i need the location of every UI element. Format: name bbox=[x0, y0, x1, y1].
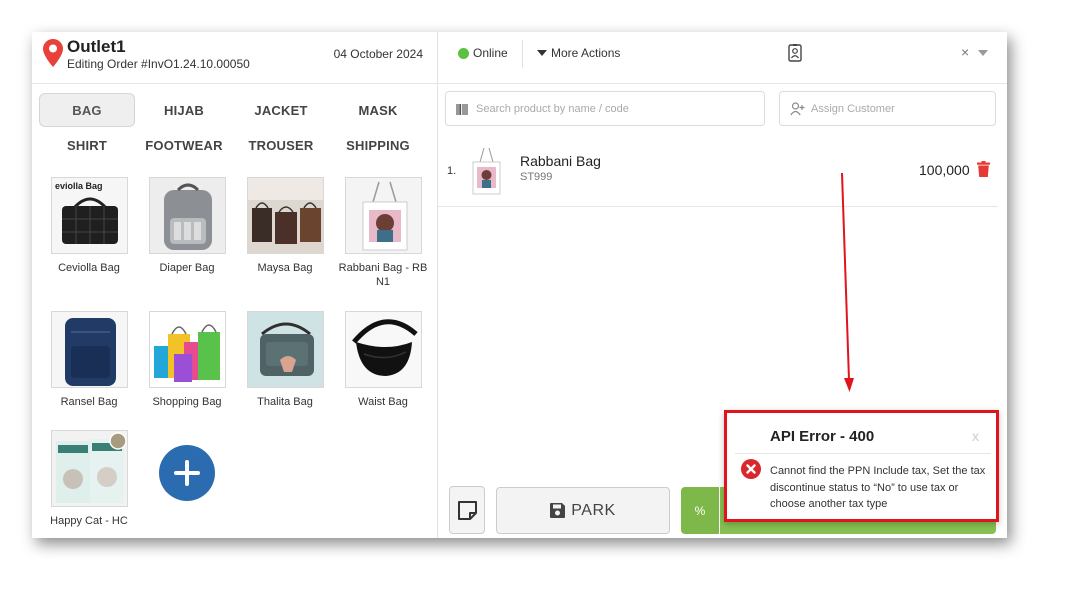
close-icon[interactable]: x bbox=[972, 428, 979, 444]
product-card[interactable]: Happy Cat - HC bbox=[40, 430, 138, 528]
discount-button[interactable]: % bbox=[681, 487, 719, 534]
cart-item-image bbox=[472, 147, 501, 195]
online-status-dot-icon bbox=[458, 48, 469, 59]
order-date: 04 October 2024 bbox=[333, 47, 423, 61]
location-pin-icon bbox=[43, 39, 63, 67]
error-title: API Error - 400 bbox=[770, 428, 875, 445]
divider bbox=[522, 40, 523, 68]
close-order-icon[interactable]: × bbox=[961, 44, 969, 60]
tab-jacket[interactable]: JACKET bbox=[233, 93, 329, 127]
tab-footwear[interactable]: FOOTWEAR bbox=[136, 128, 232, 162]
error-message: Cannot find the PPN Include tax, Set the… bbox=[770, 465, 986, 510]
product-card[interactable]: Shopping Bag bbox=[138, 311, 236, 409]
product-search-input[interactable]: Search product by name / code bbox=[445, 91, 765, 126]
product-name: Happy Cat - HC bbox=[50, 515, 128, 527]
order-number: Editing Order #InvO1.24.10.00050 bbox=[67, 57, 250, 71]
park-button[interactable]: PARK bbox=[496, 487, 670, 534]
product-image bbox=[148, 177, 226, 254]
product-image bbox=[50, 430, 128, 507]
tab-trouser[interactable]: TROUSER bbox=[233, 128, 329, 162]
sticky-note-icon bbox=[458, 501, 477, 520]
search-placeholder: Search product by name / code bbox=[476, 103, 629, 115]
order-header: Outlet1 Editing Order #InvO1.24.10.00050… bbox=[32, 32, 438, 84]
assign-customer-placeholder: Assign Customer bbox=[811, 103, 895, 115]
product-image bbox=[246, 311, 324, 388]
product-image bbox=[344, 177, 422, 254]
cart-item-index: 1. bbox=[447, 165, 457, 177]
thumb-caption: eviolla Bag bbox=[55, 181, 103, 191]
product-name: Shopping Bag bbox=[152, 396, 222, 408]
note-button[interactable] bbox=[449, 486, 485, 534]
plus-icon bbox=[174, 460, 200, 486]
save-icon bbox=[550, 503, 566, 518]
add-product-button[interactable] bbox=[159, 445, 215, 501]
assign-customer-input[interactable]: Assign Customer bbox=[779, 91, 996, 126]
tab-hijab[interactable]: HIJAB bbox=[136, 93, 232, 127]
cart-item-name: Rabbani Bag bbox=[520, 153, 601, 169]
tab-shirt[interactable]: SHIRT bbox=[39, 128, 135, 162]
error-icon bbox=[741, 459, 761, 479]
api-error-toast: API Error - 400 x Cannot find the PPN In… bbox=[724, 410, 999, 522]
product-card[interactable]: Thalita Bag bbox=[236, 311, 334, 409]
cart-item-price: 100,000 bbox=[919, 162, 970, 178]
product-name: Ceviolla Bag bbox=[58, 262, 120, 274]
chevron-down-icon[interactable] bbox=[978, 50, 988, 56]
caret-down-icon bbox=[537, 50, 547, 56]
cart-item-row[interactable]: 1. Rabbani Bag ST999 100,000 bbox=[438, 137, 998, 207]
barcode-icon bbox=[456, 104, 468, 115]
tab-mask[interactable]: MASK bbox=[330, 93, 426, 127]
cart-item-code: ST999 bbox=[520, 171, 553, 183]
product-card[interactable]: Waist Bag bbox=[334, 311, 432, 409]
divider bbox=[735, 453, 991, 454]
product-image bbox=[344, 311, 422, 388]
product-image bbox=[246, 177, 324, 254]
product-name: Ransel Bag bbox=[60, 396, 118, 408]
trash-icon[interactable] bbox=[977, 161, 990, 177]
product-name: Rabbani Bag - RB N1 bbox=[338, 262, 428, 288]
product-card[interactable]: Rabbani Bag - RB N1 bbox=[334, 177, 432, 289]
product-name: Maysa Bag bbox=[257, 262, 313, 274]
product-card[interactable]: Ransel Bag bbox=[40, 311, 138, 409]
outlet-name: Outlet1 bbox=[67, 37, 126, 56]
product-image bbox=[50, 311, 128, 388]
park-label: PARK bbox=[571, 501, 616, 519]
product-name: Diaper Bag bbox=[159, 262, 215, 274]
product-name: Thalita Bag bbox=[257, 396, 313, 408]
tab-bag[interactable]: BAG bbox=[39, 93, 135, 127]
product-image: eviolla Bag bbox=[50, 177, 128, 254]
product-card[interactable]: Maysa Bag bbox=[236, 177, 334, 275]
more-actions-label: More Actions bbox=[551, 46, 621, 60]
id-card-icon[interactable] bbox=[788, 44, 802, 62]
more-actions-button[interactable]: More Actions bbox=[537, 46, 620, 60]
product-card[interactable]: Diaper Bag bbox=[138, 177, 236, 275]
product-card[interactable]: eviolla Bag Ceviolla Bag bbox=[40, 177, 138, 275]
product-image bbox=[148, 311, 226, 388]
product-panel: Outlet1 Editing Order #InvO1.24.10.00050… bbox=[32, 32, 438, 538]
add-user-icon bbox=[790, 102, 805, 116]
cart-header: Online More Actions × bbox=[438, 32, 1007, 84]
product-name: Waist Bag bbox=[358, 396, 408, 408]
tab-shipping[interactable]: SHIPPING bbox=[330, 128, 426, 162]
online-status[interactable]: Online bbox=[473, 46, 508, 60]
